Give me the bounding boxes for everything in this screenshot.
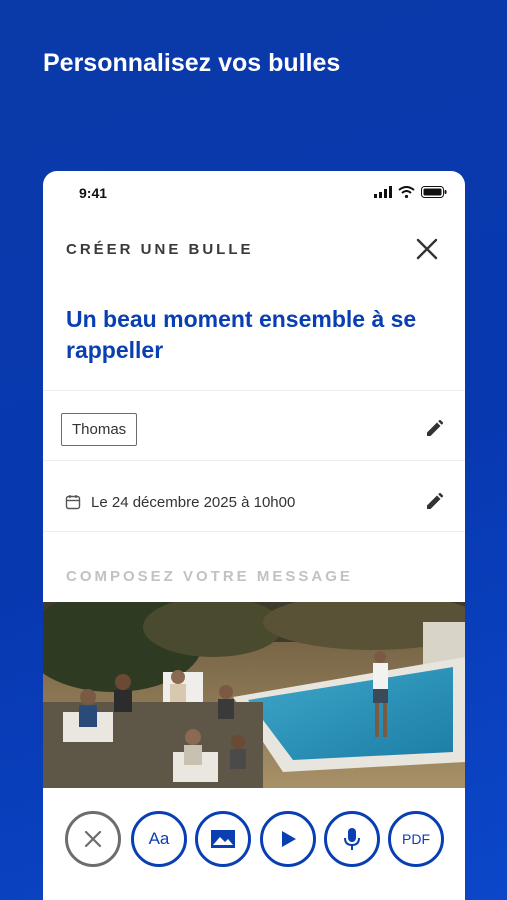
text-icon: Aa bbox=[148, 829, 170, 848]
modal-title: CRÉER UNE BULLE bbox=[66, 241, 254, 258]
wifi-icon bbox=[398, 186, 415, 198]
calendar-icon bbox=[65, 495, 81, 510]
microphone-icon bbox=[344, 828, 360, 850]
headline: Personnalisez vos bulles bbox=[43, 49, 341, 77]
video-button[interactable] bbox=[260, 811, 316, 867]
pencil-icon[interactable] bbox=[423, 491, 445, 513]
signal-icon bbox=[374, 186, 392, 198]
play-icon bbox=[282, 831, 296, 847]
audio-button[interactable] bbox=[324, 811, 380, 867]
divider bbox=[43, 531, 465, 532]
divider bbox=[43, 390, 465, 391]
recipient-tag[interactable]: Thomas bbox=[61, 413, 138, 446]
media-toolbar: Aa PDF bbox=[43, 811, 465, 871]
status-icons bbox=[374, 186, 447, 198]
message-photo[interactable] bbox=[43, 602, 465, 788]
pdf-icon: PDF bbox=[402, 831, 430, 847]
divider bbox=[43, 460, 465, 461]
bubble-title[interactable]: Un beau moment ensemble à se rappeller bbox=[66, 304, 446, 366]
status-bar: 9:41 bbox=[43, 171, 465, 217]
image-icon bbox=[211, 830, 235, 848]
schedule-date: Le 24 décembre 2025 à 10h00 bbox=[91, 493, 296, 511]
status-time: 9:41 bbox=[79, 185, 108, 201]
battery-icon bbox=[421, 186, 447, 198]
close-icon[interactable] bbox=[413, 235, 441, 263]
phone-screen: 9:41 CRÉER UNE BULLE Un beau moment ense… bbox=[43, 171, 465, 900]
pdf-button[interactable]: PDF bbox=[388, 811, 444, 867]
close-icon bbox=[84, 830, 102, 848]
compose-label: COMPOSEZ VOTRE MESSAGE bbox=[66, 568, 353, 585]
modal-header: CRÉER UNE BULLE bbox=[43, 229, 465, 269]
schedule-row[interactable]: Le 24 décembre 2025 à 10h00 bbox=[65, 491, 295, 513]
pencil-icon[interactable] bbox=[423, 418, 445, 440]
text-button[interactable]: Aa bbox=[131, 811, 187, 867]
image-button[interactable] bbox=[195, 811, 251, 867]
remove-button[interactable] bbox=[65, 811, 121, 867]
